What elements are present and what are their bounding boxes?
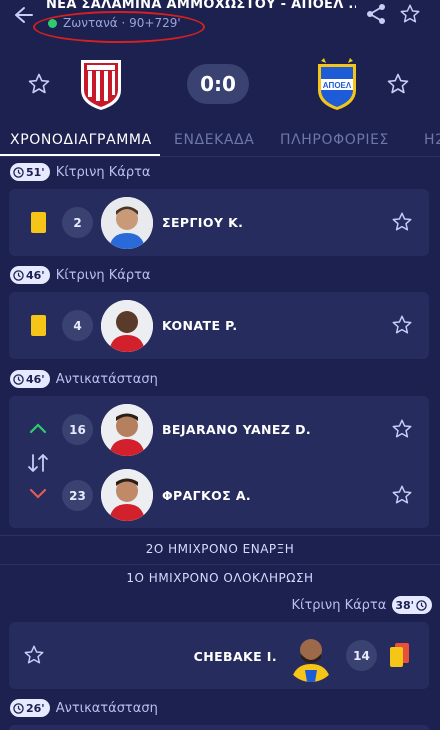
star-icon[interactable] xyxy=(391,314,413,336)
arrow-down-icon xyxy=(29,488,47,499)
shirt-number-in: 16 xyxy=(62,414,93,445)
event-header: 46' Αντικατάσταση xyxy=(10,368,158,390)
star-icon[interactable] xyxy=(391,484,413,506)
event-type: Κίτρινη Κάρτα xyxy=(291,597,387,613)
top-bar: ΝΕΑ ΣΑΛΑΜΙΝΑ ΑΜΜΟΧΩΣΤΟΥ - ΑΠΟΕΛ ... Ζωντ… xyxy=(0,0,440,48)
back-arrow-icon[interactable] xyxy=(10,4,36,26)
yellow-card-icon xyxy=(31,212,46,233)
minute-badge: 51' xyxy=(10,163,50,181)
event-type: Κίτρινη Κάρτα xyxy=(55,164,151,180)
player-name[interactable]: ΣΕΡΓΙΟΥ Κ. xyxy=(162,215,243,230)
event-card[interactable]: 2 ΣΕΡΓΙΟΥ Κ. xyxy=(9,189,429,256)
clock-icon xyxy=(13,166,24,178)
yellow-red-card-icon xyxy=(390,643,409,667)
minute-badge: 38' xyxy=(392,596,432,614)
minute-text: 51' xyxy=(26,165,45,179)
share-icon[interactable] xyxy=(365,3,387,25)
player-in-name[interactable]: BEJARANO YANEZ D. xyxy=(162,422,311,437)
event-card[interactable]: 4 KONATE P. xyxy=(9,292,429,359)
event-header: 46' Κίτρινη Κάρτα xyxy=(10,264,150,286)
arrow-up-icon xyxy=(29,423,47,434)
score-row: 0:0 ΑΠΟΕΛ xyxy=(0,48,440,124)
event-header: Κίτρινη Κάρτα 38' xyxy=(292,594,432,616)
player-out-avatar[interactable] xyxy=(101,469,153,521)
tab-bar: ΧΡΟΝΟΔΙΑΓΡΑΜΜΑ ΕΝΔΕΚΑΔΑ ΠΛΗΡΟΦΟΡΙΕΣ Η2 xyxy=(0,124,440,158)
substitution-card[interactable]: 16 BEJARANO YANEZ D. 23 ΦΡΑΓΚΟΣ Α. xyxy=(9,396,429,528)
minute-text: 38' xyxy=(395,598,414,612)
player-name[interactable]: KONATE P. xyxy=(162,318,238,333)
shirt-number: 2 xyxy=(62,207,93,238)
away-team-crest-icon[interactable]: ΑΠΟΕΛ xyxy=(314,54,360,112)
favorite-home-team-star-icon[interactable] xyxy=(27,72,51,96)
player-out-name[interactable]: ΦΡΑΓΚΟΣ Α. xyxy=(162,488,251,503)
tab-timeline[interactable]: ΧΡΟΝΟΔΙΑΓΡΑΜΜΑ xyxy=(10,132,152,148)
clock-icon xyxy=(13,702,24,714)
clock-icon xyxy=(13,373,24,385)
star-icon[interactable] xyxy=(391,211,413,233)
svg-text:ΑΠΟΕΛ: ΑΠΟΕΛ xyxy=(323,81,352,90)
clock-icon xyxy=(416,599,427,611)
player-in-avatar[interactable] xyxy=(101,404,153,456)
clock-icon xyxy=(13,269,24,281)
star-icon[interactable] xyxy=(391,418,413,440)
favorite-away-team-star-icon[interactable] xyxy=(386,72,410,96)
event-header: 26' Αντικατάσταση xyxy=(10,697,158,719)
minute-text: 46' xyxy=(26,268,45,282)
favorite-match-star-icon[interactable] xyxy=(399,3,421,25)
tab-h2h[interactable]: Η2 xyxy=(424,132,440,148)
minute-badge: 26' xyxy=(10,699,50,717)
red-annotation-circle xyxy=(33,11,205,43)
star-icon[interactable] xyxy=(23,644,45,666)
home-team-crest-icon[interactable] xyxy=(78,56,124,112)
event-type: Κίτρινη Κάρτα xyxy=(55,267,151,283)
yellow-card-icon xyxy=(31,315,46,336)
event-card[interactable]: CHEBAKE I. 14 xyxy=(9,622,429,689)
tabs-divider xyxy=(0,156,440,157)
minute-text: 46' xyxy=(26,372,45,386)
match-score: 0:0 xyxy=(187,64,249,104)
tab-info[interactable]: ΠΛΗΡΟΦΟΡΙΕΣ xyxy=(280,132,389,148)
shirt-number-out: 23 xyxy=(62,480,93,511)
event-type: Αντικατάσταση xyxy=(55,371,158,387)
player-avatar[interactable] xyxy=(101,197,153,249)
minute-text: 26' xyxy=(26,701,45,715)
shirt-number: 14 xyxy=(346,640,377,671)
first-half-end: 1Ο ΗΜΙΧΡΟΝΟ ΟΛΟΚΛΗΡΩΣΗ xyxy=(0,564,440,590)
event-header: 51' Κίτρινη Κάρτα xyxy=(10,161,150,183)
minute-badge: 46' xyxy=(10,370,50,388)
second-half-start: 2Ο ΗΜΙΧΡΟΝΟ ΕΝΑΡΞΗ xyxy=(0,535,440,561)
player-avatar[interactable] xyxy=(285,630,337,682)
player-avatar[interactable] xyxy=(101,300,153,352)
tab-lineup[interactable]: ΕΝΔΕΚΑΔΑ xyxy=(174,132,254,148)
shirt-number: 4 xyxy=(62,310,93,341)
event-type: Αντικατάσταση xyxy=(55,700,158,716)
player-name[interactable]: CHEBAKE I. xyxy=(194,649,277,664)
swap-icon xyxy=(28,454,48,472)
minute-badge: 46' xyxy=(10,266,50,284)
event-card[interactable] xyxy=(9,725,429,730)
